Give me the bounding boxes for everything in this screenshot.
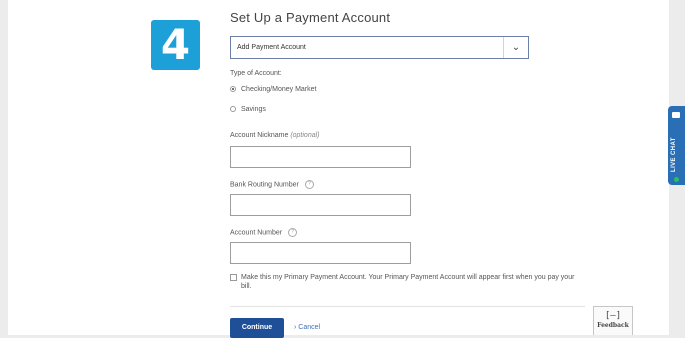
account-number-label: Account Number ?: [230, 228, 298, 237]
chat-icon: [672, 112, 680, 118]
live-chat-label: LIVE CHAT: [671, 137, 677, 172]
feedback-icon: [–]: [604, 311, 622, 321]
page-title: Set Up a Payment Account: [230, 10, 391, 25]
feedback-button[interactable]: [–] Feedback: [593, 306, 633, 335]
optional-hint: (optional): [290, 132, 320, 139]
help-icon[interactable]: ?: [288, 228, 298, 237]
primary-account-text: Make this my Primary Payment Account. Yo…: [241, 274, 575, 290]
payment-account-select[interactable]: Add Payment Account ⌄: [230, 36, 529, 59]
nickname-label: Account Nickname (optional): [230, 132, 320, 139]
radio-checking[interactable]: Checking/Money Market: [230, 86, 316, 93]
radio-icon[interactable]: [230, 106, 236, 113]
account-type-label: Type of Account:: [230, 70, 282, 77]
help-icon[interactable]: ?: [304, 180, 314, 189]
account-number-label-text: Account Number: [230, 229, 283, 237]
nickname-label-text: Account Nickname: [230, 132, 289, 139]
nickname-input[interactable]: [230, 146, 411, 168]
radio-savings[interactable]: Savings: [230, 106, 266, 113]
live-chat-tab[interactable]: LIVE CHAT: [668, 106, 685, 185]
routing-number-input[interactable]: [230, 194, 411, 216]
select-value: Add Payment Account: [237, 44, 306, 51]
radio-savings-label: Savings: [241, 106, 266, 113]
chevron-down-icon[interactable]: ⌄: [503, 37, 528, 58]
continue-button[interactable]: Continue: [230, 318, 284, 338]
routing-label-text: Bank Routing Number: [230, 181, 299, 189]
divider: [230, 306, 585, 307]
radio-checking-label: Checking/Money Market: [241, 86, 317, 93]
radio-icon[interactable]: [230, 86, 236, 93]
feedback-label: Feedback: [597, 322, 629, 329]
step-badge: 4: [151, 20, 200, 70]
cancel-link[interactable]: › Cancel: [294, 324, 320, 331]
primary-account-checkbox[interactable]: [230, 274, 237, 281]
routing-label: Bank Routing Number ?: [230, 180, 314, 189]
online-status-icon: [674, 177, 679, 182]
account-number-input[interactable]: [230, 242, 411, 264]
